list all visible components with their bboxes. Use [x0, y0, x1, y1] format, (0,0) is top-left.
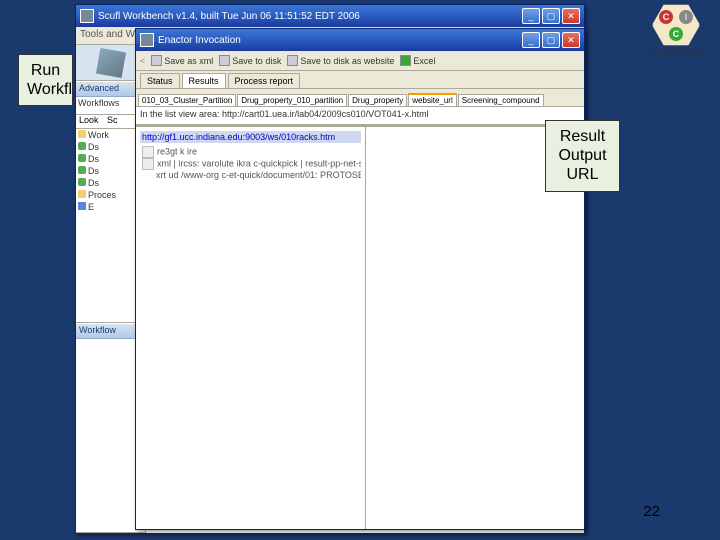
triangle-icon [78, 166, 86, 174]
save-as-xml-button[interactable]: Save as xml [151, 55, 213, 66]
maximize-button[interactable]: ▢ [542, 8, 560, 24]
callout-result-output-url: Result Output URL [545, 120, 620, 192]
app-icon [140, 33, 154, 47]
subtab-drug-property[interactable]: Drug_property [348, 94, 407, 106]
hexagon-icon: C I C [652, 4, 700, 46]
result-detail-line: xml | ircss: varolute ikra c-quickpick |… [140, 158, 361, 170]
tab-status[interactable]: Status [140, 73, 180, 88]
workbench-titlebar[interactable]: Scufl Workbench v1.4, built Tue Jun 06 1… [76, 5, 584, 27]
chembiogrid-logo: C I C CHEMBIOGRID [636, 4, 716, 74]
callout-text: Result [560, 128, 605, 145]
close-button[interactable]: ✕ [562, 8, 580, 24]
button-label: Save to disk as website [300, 56, 394, 66]
save-icon [151, 55, 162, 66]
look-label: Look [76, 115, 102, 125]
result-url-link[interactable]: http://gf1.ucc.indiana.edu:9003/ws/010ra… [140, 131, 361, 143]
logo-i-grey: I [679, 10, 693, 24]
enactor-titlebar[interactable]: Enactor Invocation _ ▢ ✕ [136, 29, 584, 51]
enactor-sub-tabs: 010_03_Cluster_Partition Drug_property_0… [136, 89, 584, 107]
excel-icon [400, 55, 411, 66]
app-icon [80, 9, 94, 23]
triangle-icon [78, 154, 86, 162]
folder-icon [78, 190, 86, 198]
button-label: Save to disk [232, 56, 281, 66]
enactor-content: http://gf1.ucc.indiana.edu:9003/ws/010ra… [136, 127, 584, 529]
tree-label: Ds [88, 166, 99, 176]
results-list-pane[interactable]: http://gf1.ucc.indiana.edu:9003/ws/010ra… [136, 127, 366, 529]
tree-label: Ds [88, 178, 99, 188]
close-button[interactable]: ✕ [562, 32, 580, 48]
subtab-website-url[interactable]: website_url [408, 93, 456, 106]
result-detail-line: xrt ud /www-org c-et-quick/document/01: … [140, 170, 361, 182]
disk-icon [219, 55, 230, 66]
doc-icon [142, 146, 154, 158]
logo-c-green: C [669, 27, 683, 41]
subtab-drug-property-partition[interactable]: Drug_property_010_partition [237, 94, 347, 106]
triangle-icon [78, 142, 86, 150]
triangle-icon [78, 178, 86, 186]
folder-icon [78, 130, 86, 138]
line-text: xml | ircss: varolute ikra c-quickpick |… [157, 158, 361, 168]
callout-text: Run [31, 62, 60, 79]
cube-icon [95, 47, 125, 77]
callout-text: URL [566, 166, 598, 183]
logo-c-red: C [659, 10, 673, 24]
doc-icon [142, 158, 154, 170]
logo-label: CHEMBIOGRID [636, 48, 716, 57]
callout-text: Workfl [27, 81, 72, 98]
tree-label: Work [88, 130, 109, 140]
callout-text: Output [558, 147, 606, 164]
save-to-disk-button[interactable]: Save to disk [219, 55, 281, 66]
enactor-url-info: In the list view area: http://cart01.uea… [136, 107, 584, 125]
tree-label: Ds [88, 142, 99, 152]
tree-label: Ds [88, 154, 99, 164]
result-detail-line: re3gt k ire [140, 146, 361, 158]
subtab-cluster-partition[interactable]: 010_03_Cluster_Partition [138, 94, 236, 106]
tab-label: Workflows [78, 98, 119, 108]
web-icon [287, 55, 298, 66]
tab-results[interactable]: Results [182, 73, 226, 88]
enactor-window: Enactor Invocation _ ▢ ✕ < Save as xml S… [135, 28, 585, 530]
maximize-button[interactable]: ▢ [542, 32, 560, 48]
callout-run-workflow: Run Workfl [18, 54, 73, 106]
save-website-button[interactable]: Save to disk as website [287, 55, 394, 66]
page-number: 22 [643, 503, 660, 520]
line-text: re3gt k ire [157, 146, 197, 156]
minimize-button[interactable]: _ [522, 32, 540, 48]
enactor-main-tabs: Status Results Process report [136, 71, 584, 89]
subtab-screening-compound[interactable]: Screening_compound [458, 94, 544, 106]
button-label: Save as xml [164, 56, 213, 66]
workbench-title: Scufl Workbench v1.4, built Tue Jun 06 1… [94, 11, 520, 22]
tree-label: Proces [88, 190, 116, 200]
enactor-toolbar: < Save as xml Save to disk Save to disk … [136, 51, 584, 71]
enactor-title: Enactor Invocation [154, 35, 520, 46]
tree-label: E [88, 202, 94, 212]
minimize-button[interactable]: _ [522, 8, 540, 24]
excel-button[interactable]: Excel [400, 55, 435, 66]
tab-process-report[interactable]: Process report [228, 73, 301, 88]
sc-label: Sc [104, 115, 121, 125]
button-label: Excel [413, 56, 435, 66]
line-text: xrt ud /www-org c-et-quick/document/01: … [156, 170, 361, 180]
node-icon [78, 202, 86, 210]
